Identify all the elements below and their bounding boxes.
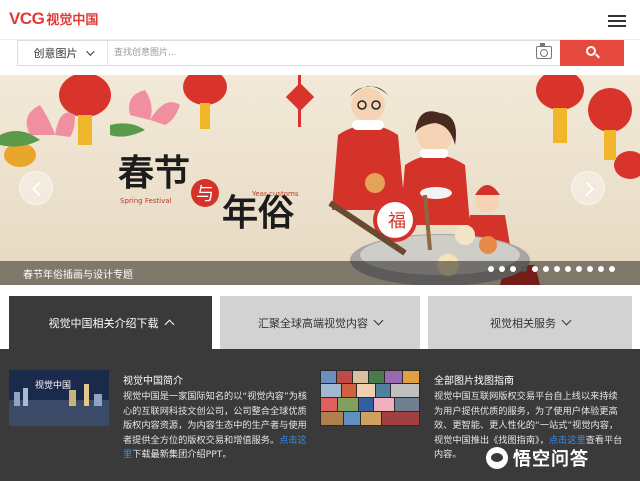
category-label: 创意图片: [33, 47, 78, 60]
logo-latin: VCG: [9, 9, 45, 28]
banner-subtitle-right: Year customs: [251, 190, 299, 198]
hamburger-menu-icon[interactable]: [608, 15, 626, 27]
search-input[interactable]: [114, 44, 514, 62]
carousel-dot[interactable]: [598, 266, 604, 272]
carousel-dot[interactable]: [565, 266, 571, 272]
banner-subtitle-left: Spring Festival: [120, 197, 172, 205]
carousel-dot[interactable]: [576, 266, 582, 272]
chevron-down-icon: [561, 315, 572, 326]
banner-caption-bar: 春节年俗插画与设计专题: [0, 261, 640, 285]
intro-description: 视觉中国是一家国际知名的以“视觉内容”为核心的互联网科技文创公司，公司整合全球优…: [123, 391, 308, 461]
chevron-up-icon: [164, 319, 174, 330]
intro-title[interactable]: 视觉中国简介: [123, 372, 183, 387]
tab-label: 视觉相关服务: [490, 316, 556, 330]
carousel-dot[interactable]: [499, 266, 505, 272]
carousel-dot[interactable]: [532, 266, 538, 272]
carousel-prev-button[interactable]: [19, 171, 53, 205]
tab-content-panel: 视觉中国 视觉中国简介 视觉中国是一家国际知名的以“视觉内容”为核心的互联网科技…: [0, 349, 640, 481]
search-box: 创意图片: [17, 40, 562, 66]
search-bar: 创意图片: [17, 40, 624, 66]
banner-title-2: 年俗: [222, 192, 295, 234]
vcg-logo[interactable]: VCG 视觉中国: [9, 9, 98, 29]
carousel-next-button[interactable]: [571, 171, 605, 205]
fu-character: 福: [388, 211, 406, 232]
wukong-logo-icon: [486, 447, 508, 469]
guide-thumbnail[interactable]: [320, 370, 420, 426]
guide-title[interactable]: 全部图片找图指南: [434, 372, 514, 387]
intro-thumbnail[interactable]: 视觉中国: [9, 370, 109, 426]
banner-title-1: 春节: [118, 152, 190, 194]
carousel-dot[interactable]: [488, 266, 494, 272]
carousel-dot[interactable]: [543, 266, 549, 272]
tab-label: 汇聚全球高端视觉内容: [258, 316, 368, 330]
thumb-text: 视觉中国: [35, 379, 71, 391]
carousel-dot[interactable]: [609, 266, 615, 272]
watermark-text: 悟空问答: [513, 449, 589, 470]
banner-connector: 与: [196, 184, 214, 205]
info-tabs: 视觉中国相关介绍下载 汇聚全球高端视觉内容 视觉相关服务: [0, 296, 640, 349]
carousel-dots: [488, 266, 620, 272]
tab-label: 视觉中国相关介绍下载: [48, 316, 159, 330]
top-header: VCG 视觉中国: [0, 0, 640, 40]
tab-vcg-intro-download[interactable]: 视觉中国相关介绍下载: [9, 296, 212, 349]
banner-illustration: 福 春节 Spring Festival 与 年俗 Year customs: [0, 75, 640, 285]
tab-visual-services[interactable]: 视觉相关服务: [428, 296, 632, 349]
chevron-down-icon: [373, 315, 384, 326]
wukong-watermark: 悟空问答: [486, 445, 589, 471]
banner-caption[interactable]: 春节年俗插画与设计专题: [23, 266, 133, 281]
tab-global-visual-content[interactable]: 汇聚全球高端视觉内容: [220, 296, 420, 349]
camera-icon[interactable]: [536, 43, 552, 59]
category-dropdown[interactable]: 创意图片: [18, 41, 108, 65]
search-button[interactable]: [560, 40, 624, 66]
chevron-down-icon: [85, 47, 95, 56]
logo-chinese: 视觉中国: [46, 13, 99, 28]
carousel-dot[interactable]: [554, 266, 560, 272]
carousel-dot[interactable]: [521, 266, 527, 272]
carousel-dot[interactable]: [587, 266, 593, 272]
banner-carousel[interactable]: 福 春节 Spring Festival 与 年俗 Year customs 春…: [0, 75, 640, 285]
carousel-dot[interactable]: [510, 266, 516, 272]
